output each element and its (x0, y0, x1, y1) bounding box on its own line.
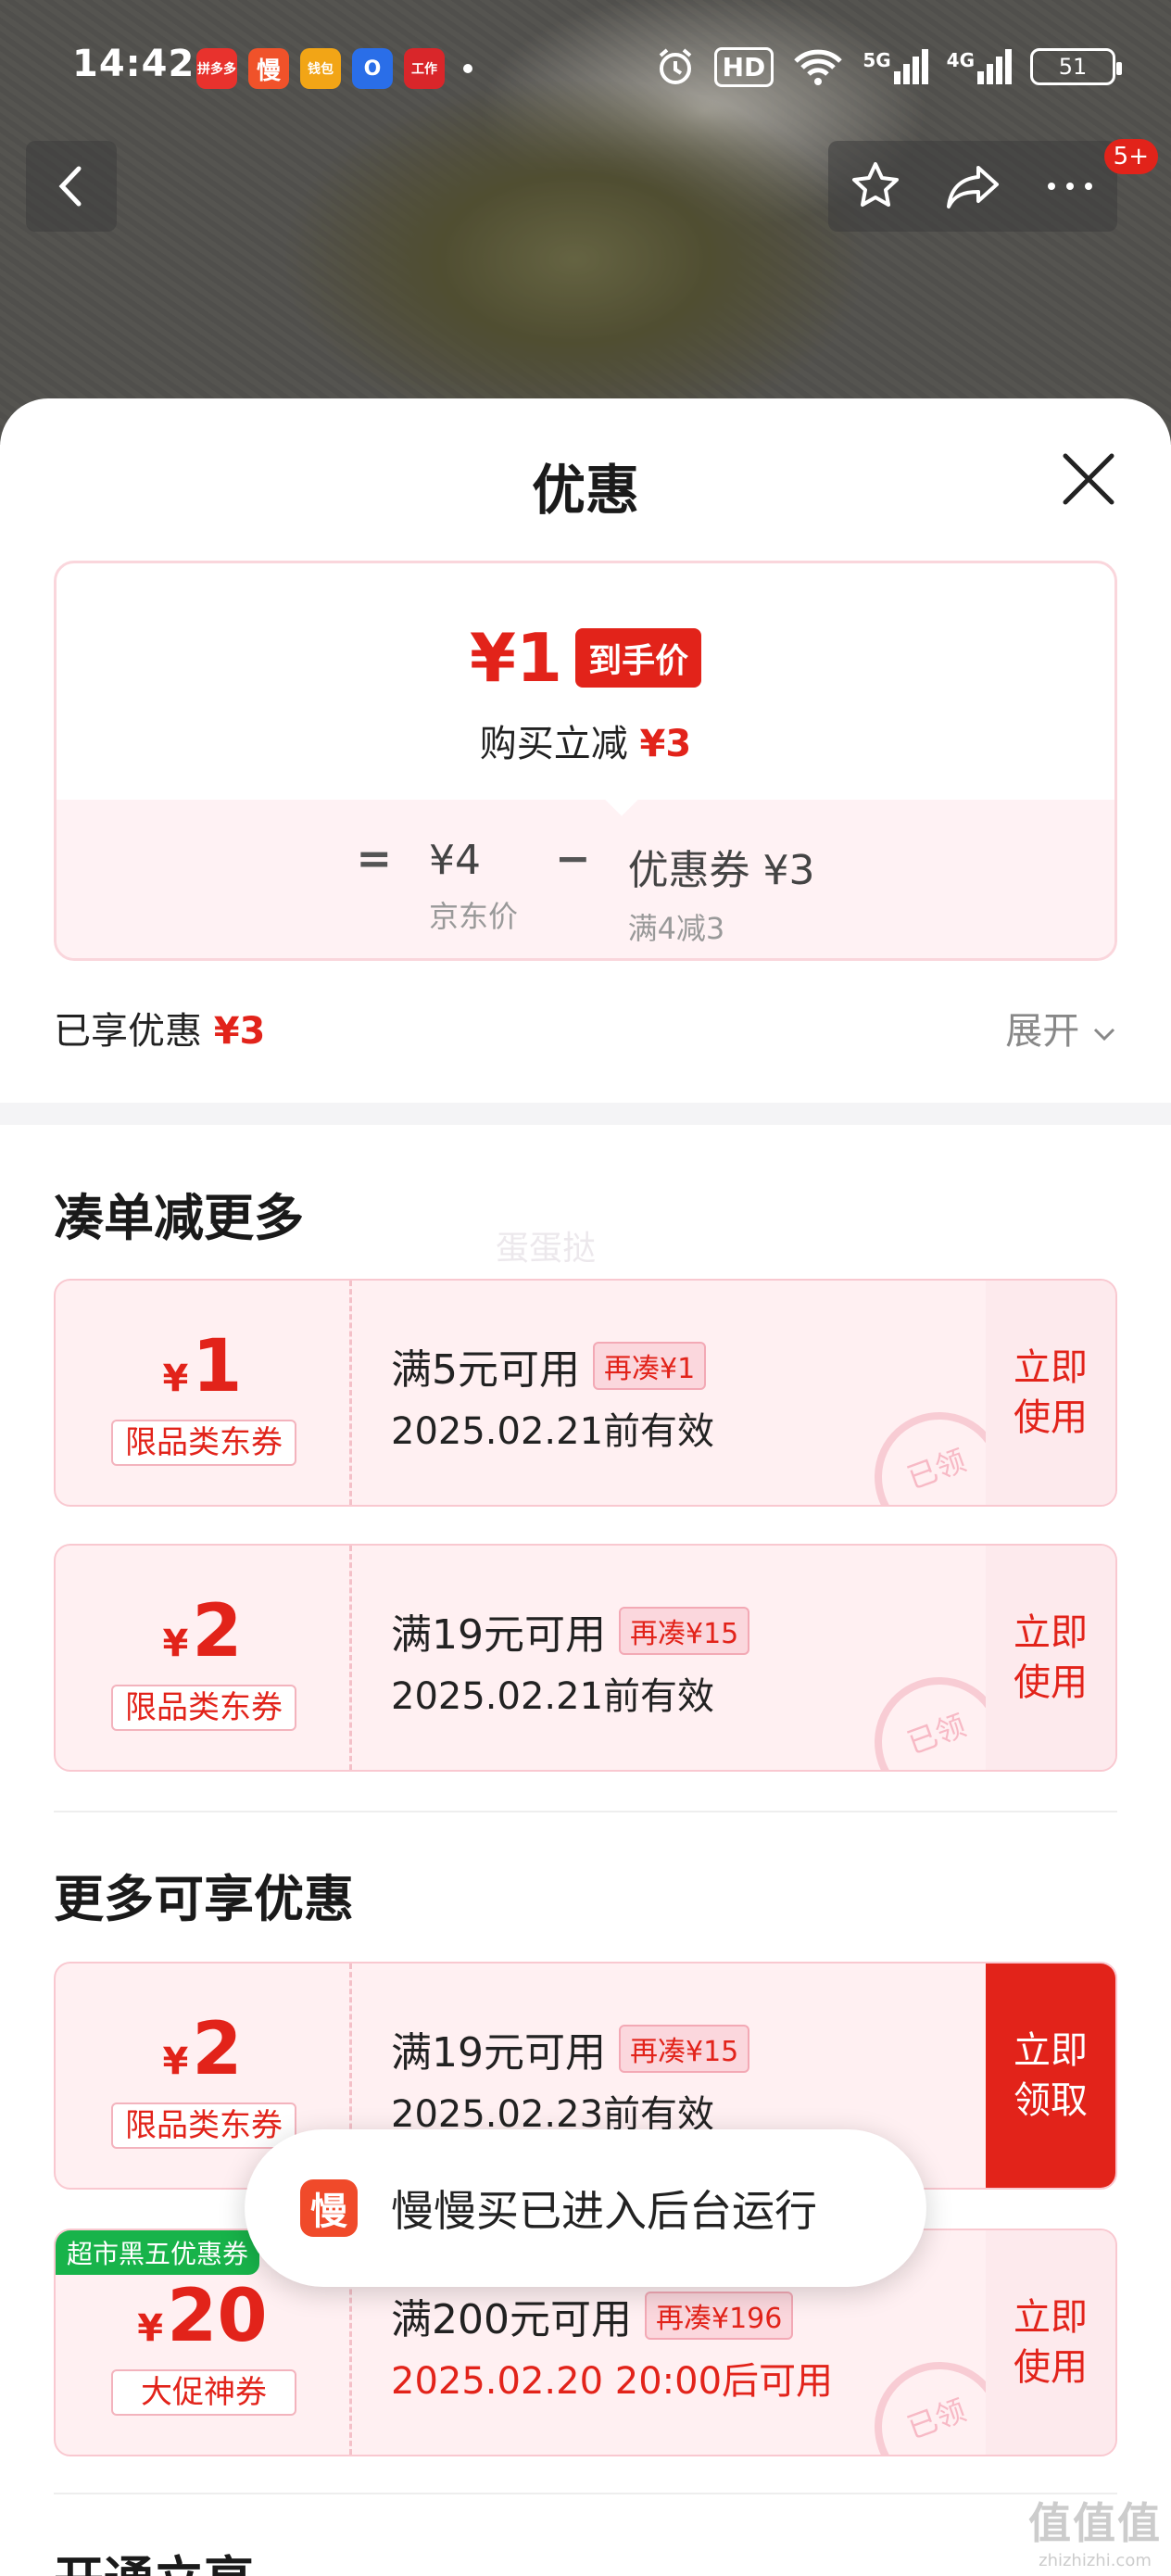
coupon-amount: ¥20 (137, 2275, 268, 2358)
claim-now-button[interactable]: 立即 领取 (986, 1964, 1115, 2188)
close-icon[interactable] (1060, 450, 1117, 508)
section-divider (0, 1103, 1171, 1125)
coupon-type: 限品类东券 (111, 2102, 296, 2149)
status-bar: 14:42 拼多多 慢 钱包 O 工作 HD 5G 4G 51 (0, 37, 1171, 102)
notification-badge: 5+ (1103, 139, 1158, 174)
coupon-type: 限品类东券 (111, 1420, 296, 1466)
minus-sign: − (555, 833, 591, 883)
section-title-more-discounts: 更多可享优惠 (54, 1870, 354, 1928)
header-actions (828, 141, 1117, 232)
favorite-star-icon[interactable] (848, 158, 903, 214)
pinduoduo-app-icon: 拼多多 (196, 48, 237, 89)
enjoyed-label: 已享优惠 (54, 1010, 202, 1053)
final-price: ¥1 (469, 619, 563, 697)
wallet-app-icon: 钱包 (300, 48, 341, 89)
use-now-button[interactable]: 立即 使用 (986, 2230, 1115, 2455)
coupon-condition: 满5元可用 再凑¥1 (391, 1336, 707, 1395)
sheet-title: 优惠 (531, 459, 639, 522)
enjoyed-amount: ¥3 (213, 1010, 266, 1053)
equals-sign: = (356, 833, 392, 883)
coupon-gap-pill: 再凑¥15 (619, 2025, 750, 2073)
divider (54, 2493, 1117, 2494)
circle-app-icon: O (352, 48, 393, 89)
coupon-gap-pill: 再凑¥15 (619, 1607, 750, 1655)
share-icon[interactable] (943, 160, 1002, 212)
work-app-icon: 工作 (404, 48, 445, 89)
background-run-toast: 慢 慢慢买已进入后台运行 (245, 2129, 926, 2287)
coupon-condition: 满19元可用 再凑¥15 (391, 1601, 750, 1661)
signal-4g-icon: 4G (947, 49, 1012, 84)
final-price-tag: 到手价 (575, 628, 702, 688)
signal-5g-icon: 5G (863, 49, 928, 84)
toast-text: 慢慢买已进入后台运行 (391, 2186, 817, 2236)
coupon-amount: ¥2 (162, 2008, 243, 2091)
status-time: 14:42 (72, 43, 195, 85)
site-watermark: 值值值 zhizhizhi.com (1028, 2498, 1162, 2570)
final-price-box: ¥1 到手价 购买立减 ¥3 = ¥4 京东价 − 优惠券 ¥3 满4减3 (54, 561, 1117, 961)
coupon-value: 优惠券 ¥3 (627, 847, 815, 894)
battery-icon: 51 (1030, 48, 1122, 85)
user-watermark: 蛋蛋挞 (496, 1230, 597, 1268)
coupon-validity: 2025.02.20 20:00后可用 (391, 2360, 834, 2403)
section-title-membership: 开通立享 (54, 2539, 254, 2576)
section-title-more-orders: 凑单减更多 (54, 1189, 304, 1247)
coupon-condition: 满200元可用 再凑¥196 (391, 2286, 794, 2345)
expand-button[interactable]: 展开 (1005, 1001, 1117, 1054)
hd-voice-icon: HD (713, 46, 774, 87)
coupon-type: 大促神券 (111, 2369, 296, 2416)
manmanmai-app-icon: 慢 (300, 2179, 358, 2237)
coupon-gap-pill: 再凑¥196 (644, 2292, 794, 2340)
base-price-label: 京东价 (429, 899, 519, 934)
coupon-validity: 2025.02.21前有效 (391, 1410, 715, 1453)
manmanmai-app-icon: 慢 (248, 48, 289, 89)
alarm-icon (659, 48, 691, 84)
reduce-amount: ¥3 (639, 723, 692, 765)
status-app-icons: 拼多多 慢 钱包 O 工作 (196, 48, 472, 89)
expand-label: 展开 (1005, 1010, 1080, 1053)
price-formula: = ¥4 京东价 − 优惠券 ¥3 满4减3 (57, 833, 1114, 948)
more-notifications-dot-icon (463, 64, 472, 73)
coupon-condition: 满19元可用 再凑¥15 (391, 2019, 750, 2078)
coupon-rule: 满4减3 (627, 911, 725, 946)
back-button[interactable] (26, 141, 117, 232)
reduce-label: 购买立减 (479, 723, 628, 765)
chevron-down-icon (1093, 1028, 1115, 1042)
enjoyed-discount: 已享优惠 ¥3 (54, 1001, 265, 1054)
more-options-icon[interactable] (1042, 177, 1098, 196)
divider (54, 1811, 1117, 1812)
instant-reduce: 购买立减 ¥3 (57, 713, 1114, 767)
coupon-amount: ¥2 (162, 1590, 243, 1673)
system-status-icons: HD 5G 4G 51 (655, 46, 1122, 87)
coupon-validity: 2025.02.21前有效 (391, 1675, 715, 1718)
use-now-button[interactable]: 立即 使用 (986, 1281, 1115, 1505)
coupon-amount: ¥1 (162, 1325, 243, 1408)
coupon-card: ¥1 限品类东券 满5元可用 再凑¥1 2025.02.21前有效 已领 立即 使… (54, 1279, 1117, 1507)
chevron-left-icon (58, 166, 82, 207)
coupon-gap-pill: 再凑¥1 (593, 1342, 707, 1390)
wifi-icon (794, 49, 843, 85)
use-now-button[interactable]: 立即 使用 (986, 1546, 1115, 1770)
base-price: ¥4 (429, 837, 481, 884)
coupon-type: 限品类东券 (111, 1685, 296, 1731)
coupon-card: ¥2 限品类东券 满19元可用 再凑¥15 2025.02.21前有效 已领 立即… (54, 1544, 1117, 1772)
